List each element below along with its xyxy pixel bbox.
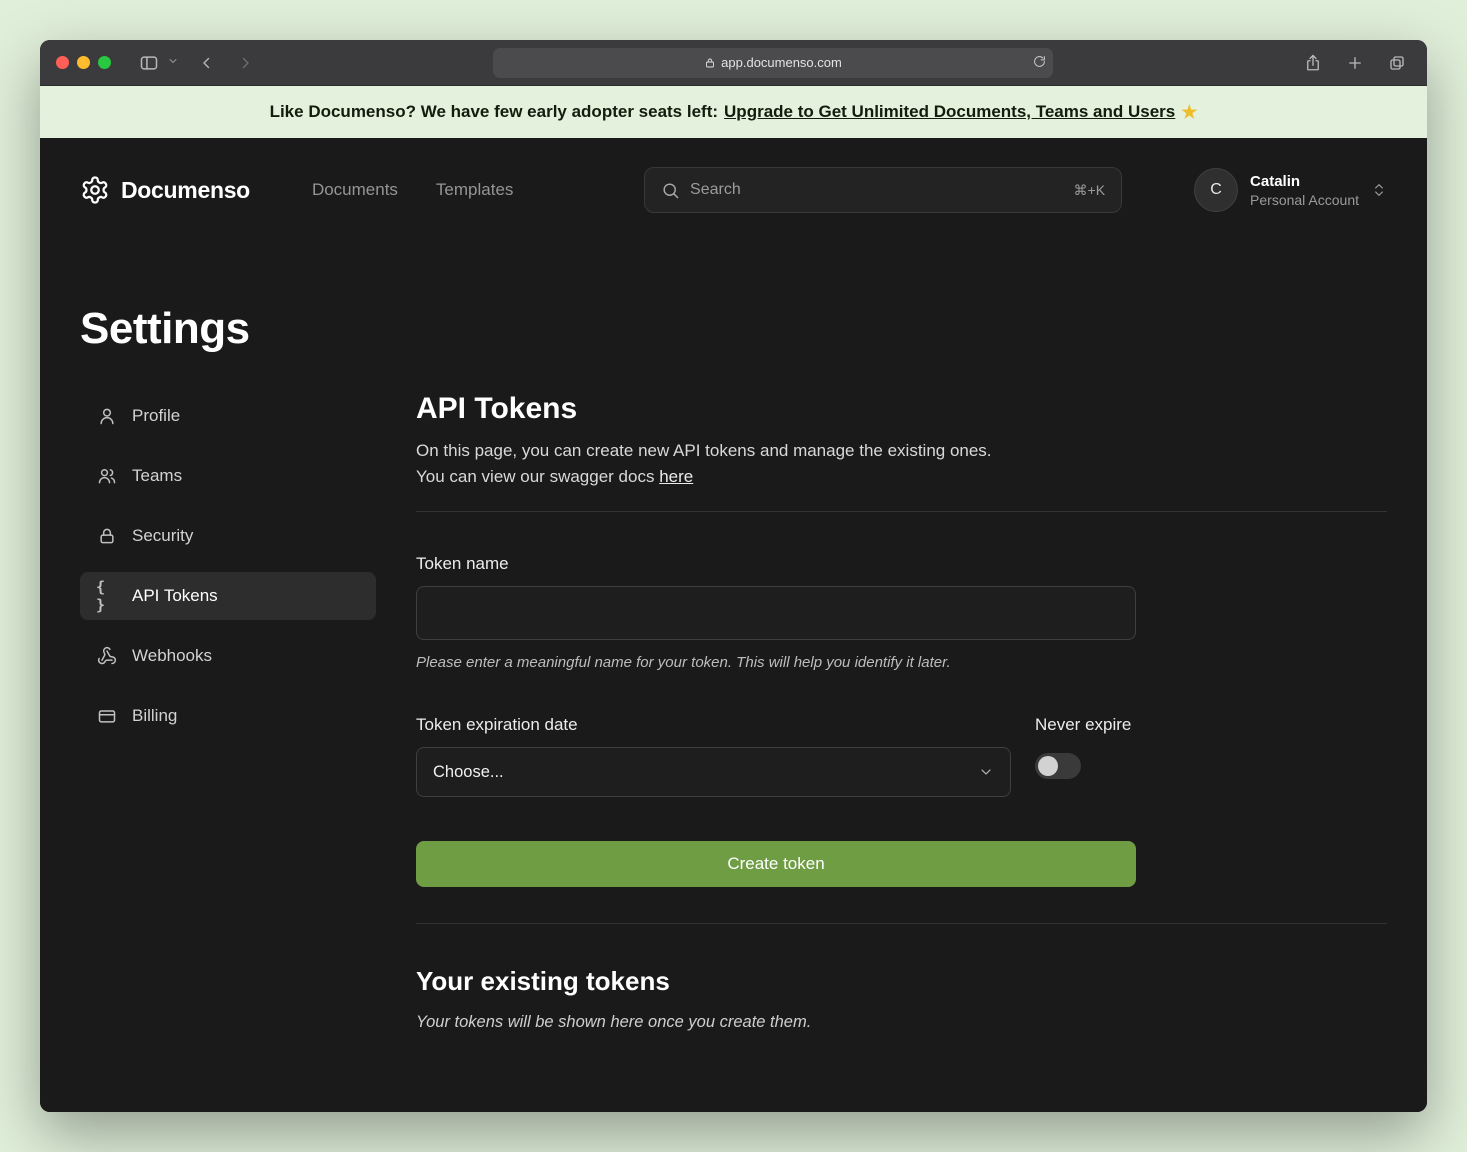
sidebar-item-profile[interactable]: Profile (80, 392, 376, 440)
address-bar[interactable]: app.documenso.com (493, 48, 1053, 78)
never-expire-toggle[interactable] (1035, 753, 1081, 779)
avatar-initial: C (1210, 181, 1222, 199)
padlock-icon (704, 57, 716, 69)
sidebar-item-billing[interactable]: Billing (80, 692, 376, 740)
titlebar-right-icons (1299, 49, 1411, 77)
main-nav: Documents Templates (312, 180, 513, 200)
divider (416, 923, 1387, 924)
documenso-page: Documenso Documents Templates Search ⌘+K… (40, 138, 1427, 1112)
api-tokens-panel: API Tokens On this page, you can create … (416, 392, 1387, 1032)
search-shortcut: ⌘+K (1074, 182, 1106, 199)
description-line2: You can view our swagger docs (416, 467, 659, 486)
search-placeholder: Search (690, 181, 1063, 199)
account-menu[interactable]: C Catalin Personal Account (1194, 168, 1387, 212)
refresh-icon[interactable] (1033, 55, 1046, 71)
tab-overview-chevron-icon[interactable] (167, 54, 183, 72)
create-token-button[interactable]: Create token (416, 841, 1136, 887)
minimize-window-button[interactable] (77, 56, 90, 69)
section-title: API Tokens (416, 392, 1387, 426)
app-header: Documenso Documents Templates Search ⌘+K… (80, 138, 1387, 242)
search-icon (661, 181, 680, 200)
nav-documents[interactable]: Documents (312, 180, 398, 200)
documenso-logo-icon (80, 175, 110, 205)
share-icon[interactable] (1299, 49, 1327, 77)
expiration-select[interactable]: Choose... (416, 747, 1011, 797)
divider (416, 511, 1387, 512)
page-title: Settings (80, 304, 1387, 354)
user-icon (96, 406, 118, 426)
new-tab-icon[interactable] (1341, 49, 1369, 77)
forward-button[interactable] (231, 49, 259, 77)
sidebar-item-webhooks[interactable]: Webhooks (80, 632, 376, 680)
expiration-label: Token expiration date (416, 715, 1011, 735)
users-icon (96, 466, 118, 486)
zoom-window-button[interactable] (98, 56, 111, 69)
token-name-input[interactable] (416, 586, 1136, 640)
sidebar-item-label: Billing (132, 706, 177, 726)
credit-card-icon (96, 706, 118, 726)
close-window-button[interactable] (56, 56, 69, 69)
settings-sidebar: Profile Teams Security { } API Token (80, 392, 376, 1032)
chevrons-up-down-icon (1371, 182, 1387, 198)
user-meta: Catalin Personal Account (1250, 173, 1359, 208)
window-controls (56, 56, 111, 69)
never-expire-label: Never expire (1035, 715, 1131, 735)
braces-icon: { } (96, 578, 118, 614)
tab-overview-icon[interactable] (1383, 49, 1411, 77)
description-line1: On this page, you can create new API tok… (416, 441, 992, 460)
toggle-knob (1038, 756, 1058, 776)
swagger-docs-link[interactable]: here (659, 467, 693, 486)
upgrade-link[interactable]: Upgrade to Get Unlimited Documents, Team… (724, 102, 1175, 122)
sidebar-item-teams[interactable]: Teams (80, 452, 376, 500)
chevron-down-icon (978, 764, 994, 780)
browser-titlebar: app.documenso.com (40, 40, 1427, 86)
sidebar-item-api-tokens[interactable]: { } API Tokens (80, 572, 376, 620)
upsell-banner: Like Documenso? We have few early adopte… (40, 86, 1427, 138)
section-description: On this page, you can create new API tok… (416, 438, 1387, 489)
brand-name: Documenso (121, 177, 250, 204)
star-icon: ★ (1181, 102, 1197, 123)
existing-tokens-hint: Your tokens will be shown here once you … (416, 1013, 1387, 1032)
browser-window: app.documenso.com Like Documenso? We hav… (40, 40, 1427, 1112)
sidebar-item-label: API Tokens (132, 586, 218, 606)
sidebar-item-security[interactable]: Security (80, 512, 376, 560)
banner-text: Like Documenso? We have few early adopte… (270, 102, 718, 122)
sidebar-item-label: Webhooks (132, 646, 212, 666)
back-button[interactable] (193, 49, 221, 77)
existing-tokens-title: Your existing tokens (416, 966, 1387, 997)
sidebar-toggle-icon[interactable] (135, 49, 163, 77)
search-input[interactable]: Search ⌘+K (644, 167, 1122, 213)
user-name: Catalin (1250, 173, 1359, 190)
nav-templates[interactable]: Templates (436, 180, 513, 200)
sidebar-item-label: Security (132, 526, 193, 546)
expiration-value: Choose... (433, 763, 504, 782)
url-text: app.documenso.com (721, 55, 842, 70)
avatar: C (1194, 168, 1238, 212)
token-name-label: Token name (416, 554, 1387, 574)
webhook-icon (96, 646, 118, 666)
sidebar-item-label: Teams (132, 466, 182, 486)
brand[interactable]: Documenso (80, 175, 250, 205)
lock-icon (96, 526, 118, 546)
sidebar-item-label: Profile (132, 406, 180, 426)
user-account-type: Personal Account (1250, 192, 1359, 208)
token-name-hint: Please enter a meaningful name for your … (416, 654, 1387, 671)
